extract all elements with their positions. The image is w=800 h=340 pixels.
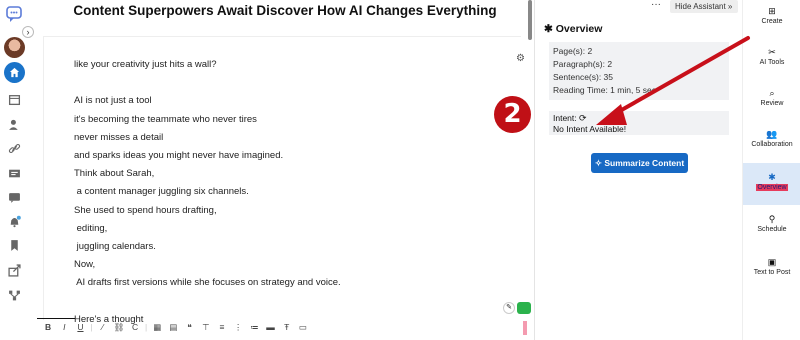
link-button[interactable]: ⛓ (111, 322, 127, 336)
nav-schedule[interactable]: ⚲ Schedule (743, 214, 800, 233)
app-logo-icon[interactable] (5, 5, 23, 23)
heading-button[interactable]: ▤ (165, 322, 181, 336)
side-marker (523, 321, 527, 335)
plus-square-icon: ⊞ (768, 6, 776, 16)
summarize-content-button[interactable]: ✧ Summarize Content (591, 153, 688, 173)
nav-collaboration[interactable]: 👥 Collaboration (743, 129, 800, 148)
divider-button[interactable]: ▬ (262, 322, 278, 336)
editor[interactable]: like your creativity just hits a wall? A… (29, 22, 532, 325)
nav-review[interactable]: ⌕ Review (743, 88, 800, 107)
home-icon[interactable] (4, 62, 25, 83)
editor-line: like your creativity just hits a wall? (74, 59, 217, 70)
document-title: Content Superpowers Await Discover How A… (73, 3, 497, 18)
quote-button[interactable]: ❝ (182, 322, 198, 336)
summarize-label: Summarize Content (604, 158, 685, 168)
flow-icon[interactable] (7, 288, 21, 302)
stat-sentences: Sentence(s): 35 (553, 72, 614, 82)
nav-label: Text to Post (753, 269, 791, 276)
italic-button[interactable]: I (56, 322, 72, 336)
link-icon[interactable] (7, 141, 21, 155)
overview-title: Overview (555, 23, 603, 35)
id-card-icon[interactable] (7, 166, 21, 180)
format-toolbar: B I U | ⁄ ⛓ C | ▦ ▤ ❝ ⊤ ≡ ⋮ ≔ ▬ Ŧ ▭ (40, 322, 311, 336)
nav-label: AI Tools (759, 59, 785, 66)
editor-line: Now, (74, 259, 96, 271)
bullet-list-button[interactable]: ≔ (246, 322, 262, 336)
intent-box: Intent: ⟳ No Intent Available! (549, 111, 729, 135)
nav-label: Review (760, 100, 784, 107)
strike-button[interactable]: Ŧ (279, 322, 295, 336)
nav-label: Overview (756, 184, 788, 191)
nav-text-to-post[interactable]: ▣ Text to Post (743, 257, 800, 276)
nav-label: Schedule (757, 226, 787, 233)
table-button[interactable]: ▦ (149, 322, 165, 336)
overview-heading: ✱ Overview (544, 23, 603, 35)
embed-button[interactable]: ▭ (295, 322, 311, 336)
share-icon[interactable] (7, 263, 21, 277)
code-button[interactable]: C (127, 322, 143, 336)
step-number-badge: 2 (494, 96, 531, 133)
nav-create[interactable]: ⊞ Create (743, 6, 800, 25)
gear-icon[interactable]: ⚙ (516, 53, 525, 64)
editor-scrollbar[interactable] (528, 0, 532, 40)
document-stats: Page(s): 2 Paragraph(s): 2 Sentence(s): … (549, 42, 729, 100)
user-edit-icon[interactable] (7, 117, 21, 131)
collapse-rail-button[interactable]: › (22, 26, 34, 38)
ordered-list-button[interactable]: ⋮ (230, 322, 246, 336)
image-icon: ▣ (767, 257, 777, 267)
search-icon: ⌕ (769, 88, 775, 98)
editor-line: and sparks ideas you might never have im… (74, 149, 284, 161)
stat-paragraphs: Paragraph(s): 2 (553, 59, 613, 69)
refresh-icon[interactable]: ⟳ (579, 113, 587, 123)
bell-icon[interactable] (7, 214, 21, 228)
people-icon: 👥 (766, 129, 778, 139)
calendar-icon[interactable] (7, 92, 21, 106)
bookmark-icon[interactable] (7, 238, 21, 252)
message-icon[interactable] (7, 190, 21, 204)
nav-label: Collaboration (751, 141, 793, 148)
pin-icon: ⚲ (768, 214, 776, 224)
editor-line: AI drafts first versions while she focus… (74, 277, 341, 289)
grammar-badge-icon[interactable] (517, 302, 531, 314)
intent-label: Intent: (553, 113, 577, 123)
intent-value: No Intent Available! (553, 124, 627, 134)
wand-icon: ✂ (768, 47, 776, 57)
editor-line: editing, (74, 222, 108, 234)
stat-reading-time: Reading Time: 1 min, 5 sec (553, 85, 656, 95)
editor-line: AI is not just a tool (74, 95, 152, 107)
more-options-icon[interactable]: ··· (651, 0, 661, 10)
nav-label: Create (761, 18, 783, 25)
cursor-underline (37, 318, 75, 319)
left-icon-rail (0, 0, 29, 340)
wand-icon: ✧ (594, 158, 602, 168)
nav-overview[interactable]: ✱ Overview (743, 163, 800, 205)
bold-button[interactable]: B (40, 322, 56, 336)
pencil-icon[interactable]: ✎ (503, 302, 515, 314)
stat-pages: Page(s): 2 (553, 46, 593, 56)
right-nav: ⊞ Create ✂ AI Tools ⌕ Review 👥 Collaboration… (742, 0, 800, 340)
inline-badges: ✎ (503, 302, 531, 314)
editor-line: Think about Sarah, (74, 168, 155, 180)
text-top-button[interactable]: ⊤ (198, 322, 214, 336)
underline-button[interactable]: U (72, 322, 88, 336)
asterisk-icon: ✱ (768, 172, 776, 182)
editor-line: a content manager juggling six channels. (74, 186, 249, 198)
nav-ai-tools[interactable]: ✂ AI Tools (743, 47, 800, 66)
editor-content[interactable]: like your creativity just hits a wall? A… (74, 56, 341, 329)
clear-format-button[interactable]: ⁄ (95, 322, 111, 336)
assistant-panel: ··· Hide Assistant » ✱ Overview Page(s):… (534, 0, 742, 340)
editor-line: She used to spend hours drafting, (74, 204, 217, 216)
editor-line: it's becoming the teammate who never tir… (74, 113, 257, 125)
hide-assistant-button[interactable]: Hide Assistant » (670, 0, 738, 13)
editor-line: never misses a detail (74, 131, 164, 143)
user-avatar[interactable] (4, 37, 25, 58)
align-button[interactable]: ≡ (214, 322, 230, 336)
editor-line: juggling calendars. (74, 240, 156, 252)
